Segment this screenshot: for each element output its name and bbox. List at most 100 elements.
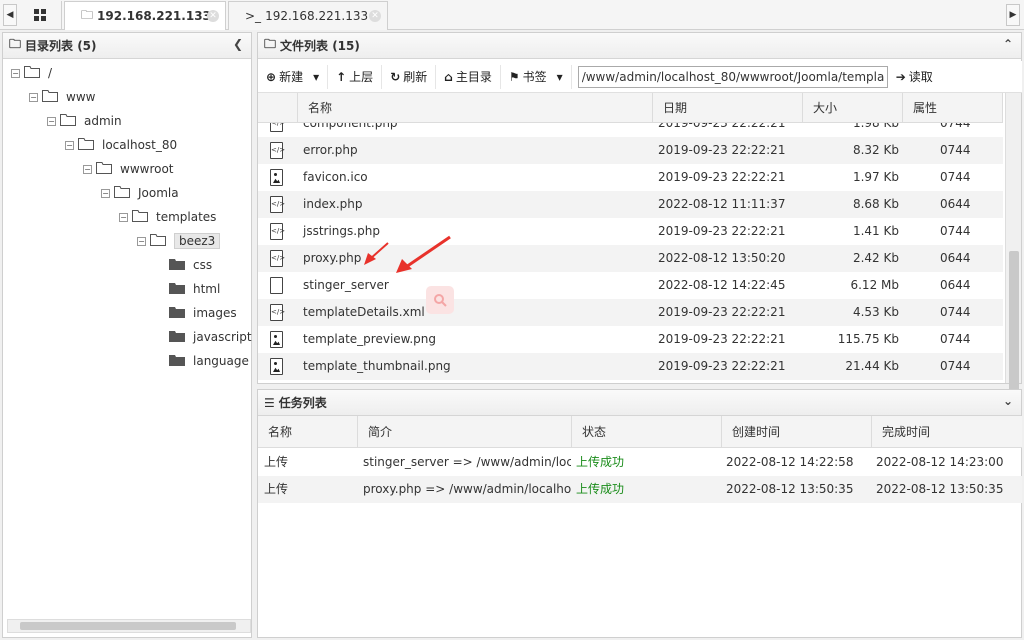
tree-node-label: css [193, 258, 213, 272]
refresh-button[interactable]: ↻ 刷新 [382, 64, 437, 89]
task-panel: ☰ 任务列表 ⌄ 名称 简介 状态 创建时间 完成时间 上传 stinger_se… [257, 389, 1022, 638]
folder-icon [169, 306, 193, 321]
new-button[interactable]: ⊕ 新建 ▾ [258, 64, 329, 89]
home-button[interactable]: ⌂ 主目录 [436, 64, 501, 89]
file-perm: 0744 [940, 305, 971, 319]
column-name[interactable]: 名称 [298, 93, 653, 123]
table-row[interactable]: </> component.php 2019-09-23 22:22:21 1.98 … [258, 123, 1003, 137]
tree-node-6[interactable]: − templates [119, 207, 216, 227]
tab-session-1[interactable]: 🗀 192.168.221.133 ✕ [64, 1, 226, 30]
code-file-icon: </> [270, 142, 285, 159]
tree-node-5[interactable]: − Joomla [101, 183, 179, 203]
scroll-right-arrow-icon[interactable]: ▶ [1006, 4, 1020, 26]
collapse-up-chevron-icon[interactable]: ⌃ [1003, 37, 1013, 51]
tree-node-12[interactable]: language [159, 351, 249, 371]
tree-node-1[interactable]: − www [29, 87, 95, 107]
scrollbar-thumb[interactable] [20, 622, 236, 630]
toggle-minus-icon[interactable]: − [83, 164, 92, 174]
tree-node-label: language [193, 354, 249, 368]
scroll-left-arrow-icon[interactable]: ◀ [3, 4, 17, 26]
file-perm: 0744 [940, 332, 971, 346]
column-size[interactable]: 大小 [803, 93, 903, 123]
tree-node-label: Joomla [138, 186, 179, 200]
grid-menu-button[interactable] [18, 1, 62, 29]
collapse-left-chevron-icon[interactable]: ❮ [233, 37, 243, 51]
arrow-right-icon: ➔ [895, 69, 906, 84]
tree-node-10[interactable]: images [159, 303, 237, 323]
folder-icon [60, 113, 84, 129]
folder-icon [169, 330, 193, 345]
code-file-icon: </> [270, 196, 285, 213]
tree-node-label: admin [84, 114, 122, 128]
home-icon: ⌂ [444, 69, 453, 84]
file-perm: 0744 [940, 359, 971, 373]
file-size: 4.53 Kb [852, 305, 899, 319]
table-row[interactable]: </> index.php 2022-08-12 11:11:37 8.68 Kb 06… [258, 191, 1003, 218]
table-row[interactable]: template_preview.png 2019-09-23 22:22:21 1… [258, 326, 1003, 353]
toggle-minus-icon[interactable]: − [47, 116, 56, 126]
directory-panel: 🗀 目录列表 (5) ❮ − / − www − admin − localhost_80− w… [2, 32, 252, 638]
horizontal-scrollbar[interactable] [7, 619, 251, 633]
task-desc: proxy.php => /www/admin/localhos [363, 482, 571, 496]
tree-node-label: www [66, 90, 96, 104]
image-file-icon [270, 358, 283, 375]
tab-bar: ◀ 🗀 192.168.221.133 ✕ >_ 192.168.221.133… [0, 0, 1024, 30]
read-button[interactable]: ➔ 读取 [888, 65, 941, 89]
terminal-icon: >_ [245, 9, 262, 23]
tree-node-label: html [193, 282, 221, 296]
column-task-finished[interactable]: 完成时间 [872, 416, 1022, 448]
task-row[interactable]: 上传 stinger_server => /www/admin/loca 上传成功 2… [258, 449, 1022, 476]
column-task-name[interactable]: 名称 [258, 416, 358, 448]
file-size: 1.98 Kb [852, 123, 899, 130]
task-finished: 2022-08-12 13:50:35 [876, 482, 1004, 496]
code-file-icon: </> [270, 250, 285, 267]
toggle-minus-icon[interactable]: − [137, 236, 146, 246]
file-size: 115.75 Kb [837, 332, 899, 346]
folder-icon [96, 161, 120, 177]
table-row[interactable]: favicon.ico 2019-09-23 22:22:21 1.97 Kb 074… [258, 164, 1003, 191]
column-date[interactable]: 日期 [653, 93, 803, 123]
file-date: 2022-08-12 11:11:37 [658, 197, 786, 211]
table-row[interactable]: </> error.php 2019-09-23 22:22:21 8.32 Kb 07… [258, 137, 1003, 164]
collapse-down-chevron-icon[interactable]: ⌄ [1003, 394, 1013, 408]
bookmark-button[interactable]: ⚑ 书签 ▾ [501, 64, 572, 89]
toggle-minus-icon[interactable]: − [11, 68, 20, 78]
task-created: 2022-08-12 13:50:35 [726, 482, 854, 496]
path-input[interactable] [577, 65, 888, 88]
scrollbar-thumb[interactable] [1009, 251, 1019, 401]
column-task-desc[interactable]: 简介 [358, 416, 572, 448]
toggle-minus-icon[interactable]: − [101, 188, 110, 198]
toggle-minus-icon[interactable]: − [29, 92, 38, 102]
task-row[interactable]: 上传 proxy.php => /www/admin/localhos 上传成功 20… [258, 476, 1022, 503]
task-status: 上传成功 [576, 482, 625, 496]
close-icon[interactable]: ✕ [207, 10, 219, 22]
table-row[interactable]: template_thumbnail.png 2019-09-23 22:22:2… [258, 353, 1003, 380]
file-name: favicon.ico [303, 170, 368, 184]
toggle-minus-icon[interactable]: − [119, 212, 128, 222]
tab-session-2[interactable]: >_ 192.168.221.133 ✕ [228, 1, 388, 30]
file-size: 6.12 Mb [850, 278, 899, 292]
tree-node-8[interactable]: css [159, 255, 212, 275]
image-file-icon [270, 169, 283, 186]
column-attr[interactable]: 属性 [903, 93, 1003, 123]
toggle-minus-icon[interactable]: − [65, 140, 74, 150]
vertical-scrollbar[interactable] [1005, 93, 1021, 401]
caret-down-icon: ▾ [556, 69, 563, 84]
tree-node-9[interactable]: html [159, 279, 220, 299]
code-file-icon: </> [270, 123, 285, 132]
plus-circle-icon: ⊕ [266, 69, 277, 84]
column-task-status[interactable]: 状态 [572, 416, 722, 448]
tree-node-label: / [48, 66, 53, 80]
tree-node-0[interactable]: − / [11, 63, 52, 83]
tree-node-7[interactable]: − beez3 [137, 231, 221, 251]
up-level-button[interactable]: ↑ 上层 [328, 64, 383, 89]
tree-node-2[interactable]: − admin [47, 111, 122, 131]
file-list-title: 文件列表 (15) [280, 39, 360, 53]
directory-tree: − / − www − admin − localhost_80− wwwroot − Joomla… [3, 61, 252, 621]
tree-node-11[interactable]: javascript [159, 327, 252, 347]
tree-node-3[interactable]: − localhost_80 [65, 135, 177, 155]
close-icon[interactable]: ✕ [369, 10, 381, 22]
column-task-created[interactable]: 创建时间 [722, 416, 872, 448]
tree-node-4[interactable]: − wwwroot [83, 159, 174, 179]
file-toolbar: ⊕新建▾ ↑上层 ↻刷新 ⌂主目录 ⚑书签▾ ➔读取 [258, 61, 1022, 93]
